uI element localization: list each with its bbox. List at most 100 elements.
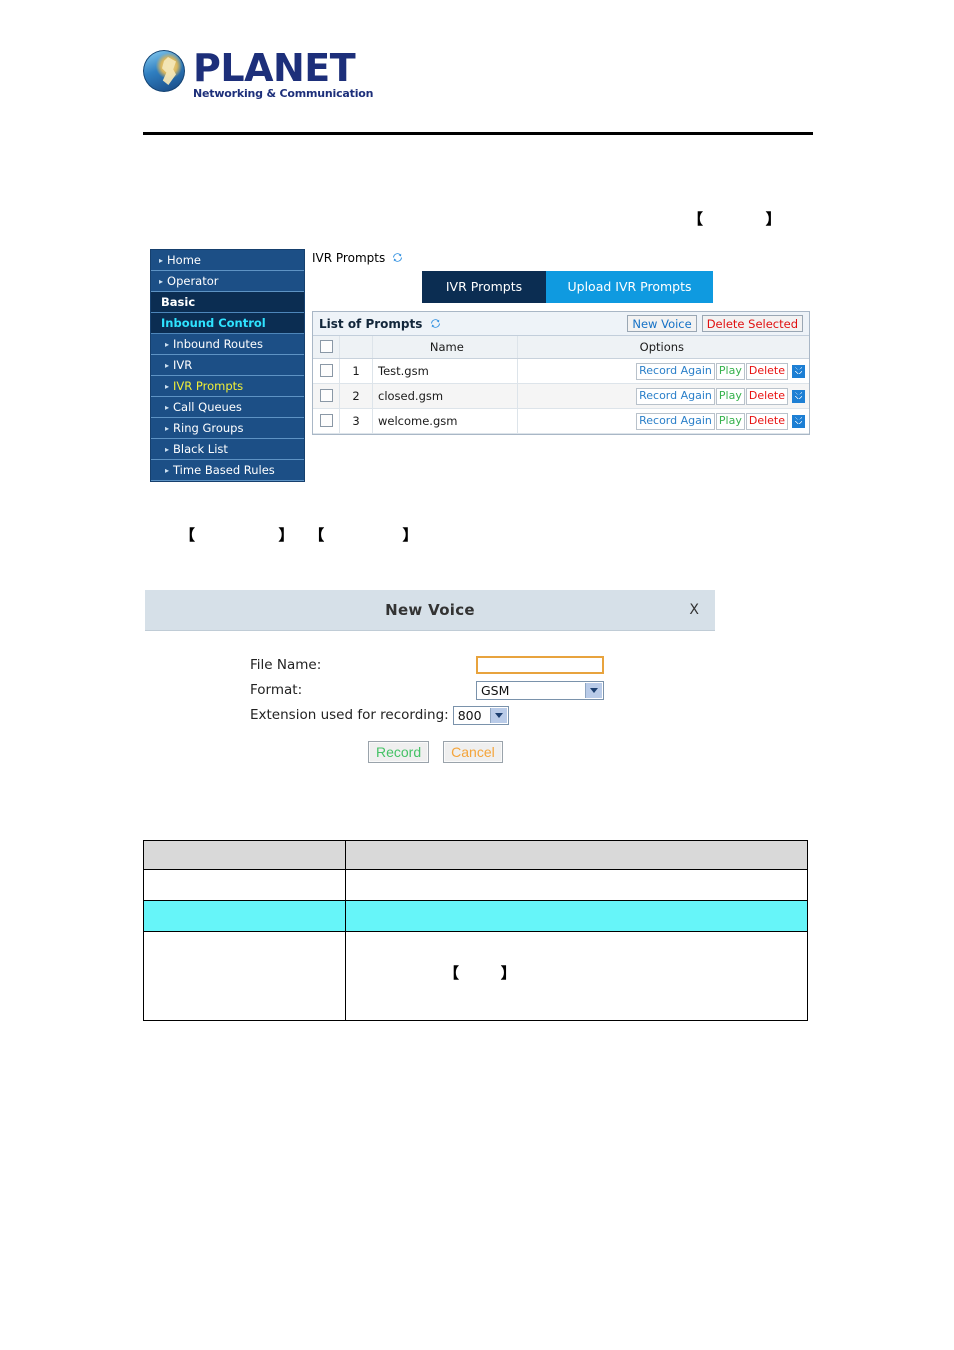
chevron-right-icon: ▸ [159, 256, 164, 265]
ivr-prompts-screenshot: ▸ Home ▸ Operator Basic Inbound Control ▸ I… [150, 249, 810, 494]
cell-col2 [345, 900, 808, 932]
header-cell-col2 [345, 840, 808, 870]
new-voice-button[interactable]: New Voice [627, 315, 697, 332]
table-row [143, 869, 808, 901]
planet-globe-logo-icon [143, 50, 185, 92]
annotation-bracket-middle: 【 】 【 】 [180, 526, 418, 544]
sidebar-item-label: Home [167, 253, 201, 267]
row-checkbox[interactable] [319, 363, 333, 377]
cell-col2 [345, 869, 808, 901]
description-table [143, 840, 808, 1021]
select-all-checkbox[interactable] [319, 339, 333, 353]
row-index: 1 [339, 358, 373, 384]
tab-ivr-prompts[interactable]: IVR Prompts [422, 271, 546, 303]
file-name-label: File Name: [250, 657, 322, 673]
panel-header: List of Prompts New Voice Delete Selecte… [313, 312, 809, 336]
dialog-title: New Voice [385, 601, 475, 619]
row-index: 3 [339, 408, 373, 434]
extension-selected-value: 800 [457, 707, 482, 723]
sidebar-item-label: IVR [173, 358, 193, 372]
sidebar-item-label: Call Queues [173, 400, 242, 414]
row-select-cell [313, 358, 340, 384]
download-icon[interactable] [792, 414, 805, 428]
format-label: Format: [250, 682, 303, 698]
row-checkbox[interactable] [319, 413, 333, 427]
page-title: IVR Prompts [312, 249, 810, 268]
dialog-body: File Name: Format: GSM Extension used fo… [145, 631, 715, 763]
annotation-bracket-top: 【 】 [688, 210, 781, 228]
row-name: Test.gsm [372, 358, 518, 384]
chevron-down-icon [489, 707, 507, 723]
refresh-icon[interactable] [392, 250, 403, 262]
table-header-row [143, 840, 808, 870]
delete-link[interactable]: Delete [745, 362, 788, 380]
sidebar-navigation: ▸ Home ▸ Operator Basic Inbound Control ▸ I… [150, 249, 305, 482]
chevron-right-icon: ▸ [165, 361, 170, 370]
sidebar-item-label: Time Based Rules [173, 463, 275, 477]
extension-label: Extension used for recording: [250, 707, 449, 723]
sidebar-item-ivr-prompts[interactable]: ▸ IVR Prompts [151, 376, 304, 397]
sidebar-item-home[interactable]: ▸ Home [151, 250, 304, 271]
sidebar-item-label: IVR Prompts [173, 379, 244, 393]
refresh-icon[interactable] [430, 318, 441, 329]
format-selected-value: GSM [481, 682, 510, 698]
brand-name: PLANET [193, 46, 356, 90]
delete-selected-button[interactable]: Delete Selected [701, 315, 803, 332]
select-all-header [313, 336, 340, 359]
sidebar-item-label: Inbound Routes [173, 337, 263, 351]
chevron-right-icon: ▸ [165, 424, 170, 433]
page-title-text: IVR Prompts [312, 251, 386, 265]
table-row: 3 welcome.gsm Record Again Play Delete [313, 408, 809, 434]
row-select-cell [313, 383, 340, 409]
sidebar-item-time-based-rules[interactable]: ▸ Time Based Rules [151, 460, 304, 481]
main-content-panel: IVR Prompts IVR Prompts Upload IVR Promp… [312, 249, 810, 435]
sidebar-item-call-queues[interactable]: ▸ Call Queues [151, 397, 304, 418]
sidebar-section-label: Inbound Control [161, 316, 266, 330]
index-header [339, 336, 373, 359]
record-again-link[interactable]: Record Again [636, 362, 715, 380]
row-options: Record Again Play Delete [517, 383, 809, 409]
header-cell-col1 [143, 840, 346, 870]
panel-title: List of Prompts [319, 317, 622, 331]
new-voice-dialog: New Voice X File Name: Format: GSM Exten… [145, 590, 715, 775]
play-link[interactable]: Play [715, 362, 745, 380]
annotation-bracket-table: 【 】 [444, 964, 516, 982]
brand-tagline: Networking & Communication [193, 87, 374, 100]
cell-col1 [143, 869, 346, 901]
table-row: 1 Test.gsm Record Again Play Delete [313, 358, 809, 384]
play-link[interactable]: Play [715, 412, 745, 430]
extension-row: Extension used for recording: 800 [250, 703, 715, 727]
record-again-link[interactable]: Record Again [636, 387, 715, 405]
sidebar-item-inbound-routes[interactable]: ▸ Inbound Routes [151, 334, 304, 355]
format-select[interactable]: GSM [476, 680, 604, 700]
sidebar-item-label: Ring Groups [173, 421, 244, 435]
chevron-right-icon: ▸ [165, 445, 170, 454]
sidebar-item-label: Operator [167, 274, 219, 288]
download-icon[interactable] [792, 389, 805, 403]
sidebar-item-operator[interactable]: ▸ Operator [151, 271, 304, 292]
row-options: Record Again Play Delete [517, 358, 809, 384]
sidebar-section-basic[interactable]: Basic [151, 292, 304, 313]
close-icon[interactable]: X [689, 602, 699, 618]
delete-link[interactable]: Delete [745, 412, 788, 430]
chevron-right-icon: ▸ [165, 340, 170, 349]
sidebar-section-inbound-control[interactable]: Inbound Control [151, 313, 304, 334]
sidebar-item-black-list[interactable]: ▸ Black List [151, 439, 304, 460]
play-link[interactable]: Play [715, 387, 745, 405]
record-button[interactable]: Record [368, 741, 430, 763]
options-header: Options [517, 336, 809, 359]
row-name: closed.gsm [372, 383, 518, 409]
sidebar-item-ivr[interactable]: ▸ IVR [151, 355, 304, 376]
download-icon[interactable] [792, 364, 805, 378]
row-checkbox[interactable] [319, 388, 333, 402]
record-again-link[interactable]: Record Again [636, 412, 715, 430]
document-header: PLANET Networking & Communication [143, 48, 813, 138]
sidebar-item-ring-groups[interactable]: ▸ Ring Groups [151, 418, 304, 439]
cell-col2 [345, 931, 808, 1021]
logo-wordmark: PLANET Networking & Communication [193, 48, 373, 99]
delete-link[interactable]: Delete [745, 387, 788, 405]
tab-upload-ivr-prompts[interactable]: Upload IVR Prompts [546, 271, 713, 303]
cancel-button[interactable]: Cancel [443, 741, 503, 763]
file-name-input[interactable] [476, 656, 604, 674]
extension-select[interactable]: 800 [452, 705, 509, 725]
